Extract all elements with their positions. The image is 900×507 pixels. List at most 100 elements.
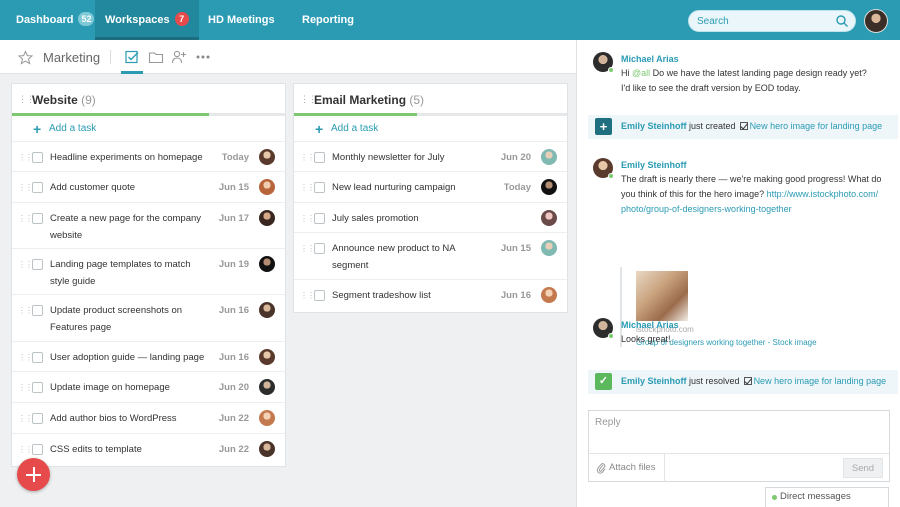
- folder-icon[interactable]: [148, 49, 164, 65]
- assignee-avatar[interactable]: [541, 287, 557, 303]
- task-row[interactable]: ⋮⋮ Add author bios to WordPress Jun 22: [12, 403, 285, 434]
- task-checkbox[interactable]: [314, 152, 325, 163]
- activity-user[interactable]: Emily Steinhoff: [621, 376, 687, 386]
- star-icon[interactable]: [18, 50, 33, 65]
- activity-item-created: + Emily Steinhoff just created New hero i…: [588, 115, 898, 139]
- message-link[interactable]: http://www.istockphoto.com/: [767, 189, 879, 199]
- direct-messages-tab[interactable]: Direct messages: [765, 487, 889, 507]
- nav-hd-meetings[interactable]: HD Meetings: [208, 0, 275, 40]
- task-checkbox[interactable]: [32, 305, 43, 316]
- drag-handle-icon[interactable]: ⋮⋮: [300, 183, 315, 192]
- drag-handle-icon[interactable]: ⋮⋮: [18, 306, 33, 315]
- activity-task-link[interactable]: New hero image for landing page: [750, 121, 883, 131]
- task-checkbox[interactable]: [314, 213, 325, 224]
- drag-handle-icon[interactable]: ⋮⋮: [300, 153, 315, 162]
- search-input[interactable]: [697, 14, 837, 28]
- task-row[interactable]: ⋮⋮ User adoption guide — landing page Jun …: [12, 342, 285, 372]
- task-row[interactable]: ⋮⋮ Add customer quote Jun 15: [12, 172, 285, 203]
- assignee-avatar[interactable]: [259, 302, 275, 318]
- task-checkbox[interactable]: [32, 444, 43, 455]
- task-checkbox[interactable]: [314, 182, 325, 193]
- task-checkbox[interactable]: [32, 152, 43, 163]
- plus-icon: +: [315, 121, 324, 137]
- user-avatar[interactable]: [864, 9, 888, 33]
- drag-handle-icon[interactable]: ⋮⋮: [18, 445, 33, 454]
- task-checkbox[interactable]: [314, 243, 325, 254]
- assignee-avatar[interactable]: [259, 210, 275, 226]
- task-row[interactable]: ⋮⋮ Monthly newsletter for July Jun 20: [294, 142, 567, 172]
- task-row[interactable]: ⋮⋮ July sales promotion: [294, 203, 567, 233]
- reply-input[interactable]: [589, 411, 889, 453]
- add-button[interactable]: [17, 458, 50, 491]
- mention[interactable]: @all: [632, 68, 650, 78]
- assignee-avatar[interactable]: [259, 179, 275, 195]
- assignee-avatar[interactable]: [259, 379, 275, 395]
- task-row[interactable]: ⋮⋮ Headline experiments on homepage Today: [12, 142, 285, 172]
- drag-handle-icon[interactable]: ⋮⋮: [18, 153, 33, 162]
- task-row[interactable]: ⋮⋮ Create a new page for the company webs…: [12, 203, 285, 249]
- task-row[interactable]: ⋮⋮ Segment tradeshow list Jun 16: [294, 280, 567, 310]
- board-title-text: Email Marketing: [314, 93, 407, 107]
- add-task-button[interactable]: + Add a task: [294, 116, 567, 142]
- board-count: (5): [409, 93, 425, 107]
- plus-icon: +: [33, 121, 42, 137]
- paperclip-icon: [596, 463, 606, 474]
- task-checkbox[interactable]: [32, 182, 43, 193]
- tasks-view-icon[interactable]: [124, 49, 140, 65]
- attach-files-button[interactable]: Attach files: [589, 454, 665, 482]
- search-icon[interactable]: [835, 14, 849, 28]
- assignee-avatar[interactable]: [259, 349, 275, 365]
- task-checkbox[interactable]: [314, 290, 325, 301]
- task-due-date: Jun 22: [218, 444, 249, 455]
- task-row[interactable]: ⋮⋮ Update image on homepage Jun 20: [12, 372, 285, 403]
- task-checkbox[interactable]: [32, 259, 43, 270]
- search-box: [688, 10, 856, 32]
- task-row[interactable]: ⋮⋮ CSS edits to template Jun 22: [12, 434, 285, 464]
- drag-handle-icon[interactable]: ⋮⋮: [18, 353, 33, 362]
- nav-reporting[interactable]: Reporting: [302, 0, 354, 40]
- drag-handle-icon[interactable]: ⋮⋮: [18, 183, 33, 192]
- task-checkbox[interactable]: [32, 352, 43, 363]
- drag-handle-icon[interactable]: ⋮⋮: [300, 291, 315, 300]
- task-row[interactable]: ⋮⋮ Update product screenshots on Features…: [12, 295, 285, 342]
- drag-handle-icon[interactable]: ⋮⋮: [300, 214, 315, 223]
- task-checkbox[interactable]: [32, 413, 43, 424]
- assignee-avatar[interactable]: [541, 179, 557, 195]
- message-author[interactable]: Michael Arias: [621, 320, 679, 330]
- task-checkbox[interactable]: [32, 213, 43, 224]
- add-task-button[interactable]: + Add a task: [12, 116, 285, 142]
- assignee-avatar[interactable]: [259, 441, 275, 457]
- drag-handle-icon[interactable]: ⋮⋮: [300, 244, 315, 253]
- assignee-avatar[interactable]: [259, 256, 275, 272]
- nav-dashboard-label: Dashboard: [16, 14, 74, 26]
- drag-handle-icon[interactable]: ⋮⋮: [18, 260, 33, 269]
- assignee-avatar[interactable]: [541, 210, 557, 226]
- board-header: ⋮⋮ Website (9): [12, 84, 285, 113]
- drag-handle-icon[interactable]: ⋮⋮: [18, 383, 33, 392]
- task-check-icon: [743, 377, 752, 385]
- drag-handle-icon[interactable]: ⋮⋮: [18, 414, 33, 423]
- task-row[interactable]: ⋮⋮ Announce new product to NA segment Jun …: [294, 233, 567, 280]
- send-button[interactable]: Send: [843, 458, 883, 478]
- activity-user[interactable]: Emily Steinhoff: [621, 121, 687, 131]
- message-author[interactable]: Emily Steinhoff: [621, 160, 687, 170]
- add-user-icon[interactable]: [171, 49, 187, 65]
- drag-handle-icon[interactable]: ⋮⋮: [18, 214, 33, 223]
- message-link-continued[interactable]: photo/group-of-designers-working-togethe…: [621, 204, 792, 214]
- message-author[interactable]: Michael Arias: [621, 54, 679, 64]
- activity-task-link[interactable]: New hero image for landing page: [754, 376, 887, 386]
- task-row[interactable]: ⋮⋮ New lead nurturing campaign Today: [294, 172, 567, 203]
- assignee-avatar[interactable]: [541, 240, 557, 256]
- more-options-icon[interactable]: [195, 49, 211, 65]
- nav-workspaces[interactable]: Workspaces 7: [95, 0, 199, 40]
- nav-dashboard[interactable]: Dashboard 52: [16, 0, 95, 40]
- message-text: The draft is nearly there — we're making…: [621, 172, 886, 217]
- task-checkbox[interactable]: [32, 382, 43, 393]
- preview-image[interactable]: [636, 271, 688, 321]
- assignee-avatar[interactable]: [259, 410, 275, 426]
- task-due-date: Jun 16: [500, 290, 531, 301]
- assignee-avatar[interactable]: [541, 149, 557, 165]
- checkmark-icon: ✓: [595, 373, 612, 390]
- assignee-avatar[interactable]: [259, 149, 275, 165]
- task-row[interactable]: ⋮⋮ Landing page templates to match style …: [12, 249, 285, 295]
